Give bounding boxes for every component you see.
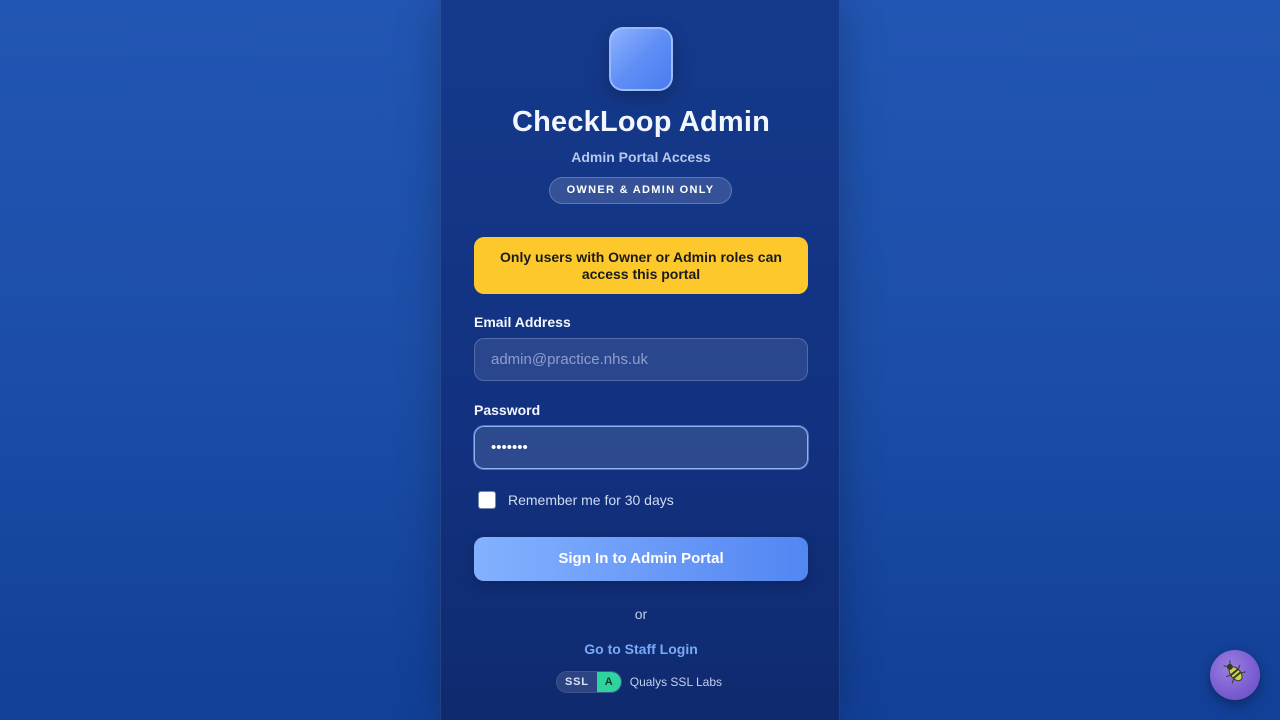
- login-card: CheckLoop Admin Admin Portal Access OWNE…: [440, 0, 840, 720]
- email-label: Email Address: [474, 314, 571, 330]
- password-field[interactable]: [474, 426, 808, 469]
- or-divider: or: [634, 606, 648, 622]
- password-label: Password: [474, 402, 541, 418]
- access-warning: Only users with Owner or Admin roles can…: [474, 237, 808, 294]
- page-subtitle: Admin Portal Access: [571, 149, 711, 165]
- ssl-provider: Qualys SSL Labs: [629, 675, 723, 689]
- ssl-rating: SSL A Qualys SSL Labs: [556, 671, 722, 693]
- page-title: CheckLoop Admin: [511, 106, 771, 138]
- ssl-grade: A: [596, 672, 621, 692]
- app-logo: [609, 27, 673, 91]
- ssl-badge: SSL A: [556, 671, 622, 693]
- ssl-badge-label: SSL: [557, 672, 597, 692]
- access-warning-text: Only users with Owner or Admin roles can…: [500, 248, 782, 282]
- remember-me-label[interactable]: Remember me for 30 days: [508, 492, 674, 508]
- staff-login-link[interactable]: Go to Staff Login: [441, 641, 841, 657]
- bug-icon: [1222, 659, 1248, 691]
- role-badge: OWNER & ADMIN ONLY: [549, 177, 732, 204]
- remember-me-row[interactable]: Remember me for 30 days: [478, 491, 674, 509]
- email-field[interactable]: [474, 338, 808, 381]
- bug-report-button[interactable]: [1210, 650, 1260, 700]
- remember-me-checkbox[interactable]: [478, 491, 496, 509]
- sign-in-button[interactable]: Sign In to Admin Portal: [474, 537, 808, 581]
